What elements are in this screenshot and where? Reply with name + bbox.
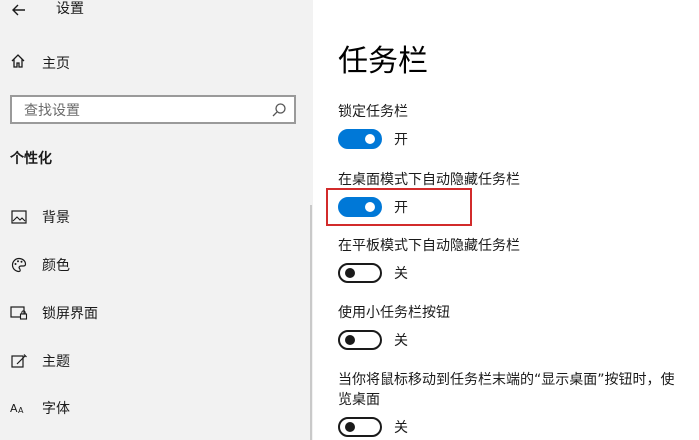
setting-label: 锁定任务栏	[338, 104, 408, 120]
highlight-annotation	[326, 188, 472, 226]
setting-label: 在桌面模式下自动隐藏任务栏	[338, 172, 520, 188]
sidebar-item-label: 锁屏界面	[42, 306, 98, 322]
sidebar-item-lock-screen[interactable]: 锁屏界面	[10, 301, 300, 325]
palette-icon	[10, 256, 28, 274]
theme-icon	[10, 352, 28, 370]
back-arrow-icon	[12, 1, 26, 20]
setting-peek-desktop: 当你将鼠标移动到任务栏末端的“显示桌面”按钮时，使 览桌面 关	[338, 370, 698, 438]
autohide-tablet-toggle[interactable]	[338, 263, 382, 283]
sidebar-item-background[interactable]: 背景	[10, 205, 300, 229]
sidebar-item-fonts[interactable]: AA 字体	[10, 396, 300, 420]
sidebar-item-label: 背景	[42, 210, 70, 226]
toggle-knob	[345, 268, 355, 278]
small-buttons-toggle[interactable]	[338, 330, 382, 350]
toggle-state: 开	[394, 132, 408, 148]
setting-label: 在平板模式下自动隐藏任务栏	[338, 238, 520, 254]
sidebar-scrollbar[interactable]	[310, 205, 312, 440]
setting-autohide-tablet: 在平板模式下自动隐藏任务栏 关	[338, 236, 698, 284]
toggle-knob	[365, 134, 375, 144]
setting-label: 当你将鼠标移动到任务栏末端的“显示桌面”按钮时，使	[338, 372, 675, 388]
page-title: 任务栏	[338, 44, 428, 79]
sidebar-item-label: 字体	[42, 401, 70, 417]
search-box[interactable]	[10, 95, 296, 124]
search-icon[interactable]	[270, 101, 288, 119]
sidebar-item-label: 主页	[42, 56, 70, 72]
sidebar-item-label: 颜色	[42, 258, 70, 274]
setting-label: 使用小任务栏按钮	[338, 305, 450, 321]
setting-small-buttons: 使用小任务栏按钮 关	[338, 303, 698, 351]
section-heading: 个性化	[10, 151, 52, 167]
sidebar-item-colors[interactable]: 颜色	[10, 253, 300, 277]
toggle-knob	[345, 335, 355, 345]
toggle-state: 关	[394, 333, 408, 349]
peek-desktop-toggle[interactable]	[338, 417, 382, 437]
toggle-state: 关	[394, 266, 408, 282]
back-button[interactable]	[8, 0, 30, 20]
svg-text:A: A	[18, 406, 24, 415]
setting-lock-taskbar: 锁定任务栏 开	[338, 102, 698, 150]
home-icon	[10, 53, 26, 73]
lock-screen-icon	[10, 304, 28, 322]
image-icon	[10, 208, 28, 226]
search-input[interactable]	[22, 99, 266, 122]
toggle-state: 关	[394, 420, 408, 436]
lock-taskbar-toggle[interactable]	[338, 129, 382, 149]
sidebar: 设置 主页 个性化 背景 颜色 锁屏界面 主题	[0, 0, 313, 440]
sidebar-item-home[interactable]: 主页	[10, 52, 300, 74]
setting-label-continued: 览桌面	[338, 392, 380, 408]
svg-text:A: A	[10, 402, 18, 415]
toggle-knob	[345, 422, 355, 432]
sidebar-item-label: 主题	[42, 354, 70, 370]
window-title: 设置	[56, 1, 84, 17]
sidebar-item-themes[interactable]: 主题	[10, 349, 300, 373]
font-icon: AA	[10, 399, 28, 417]
